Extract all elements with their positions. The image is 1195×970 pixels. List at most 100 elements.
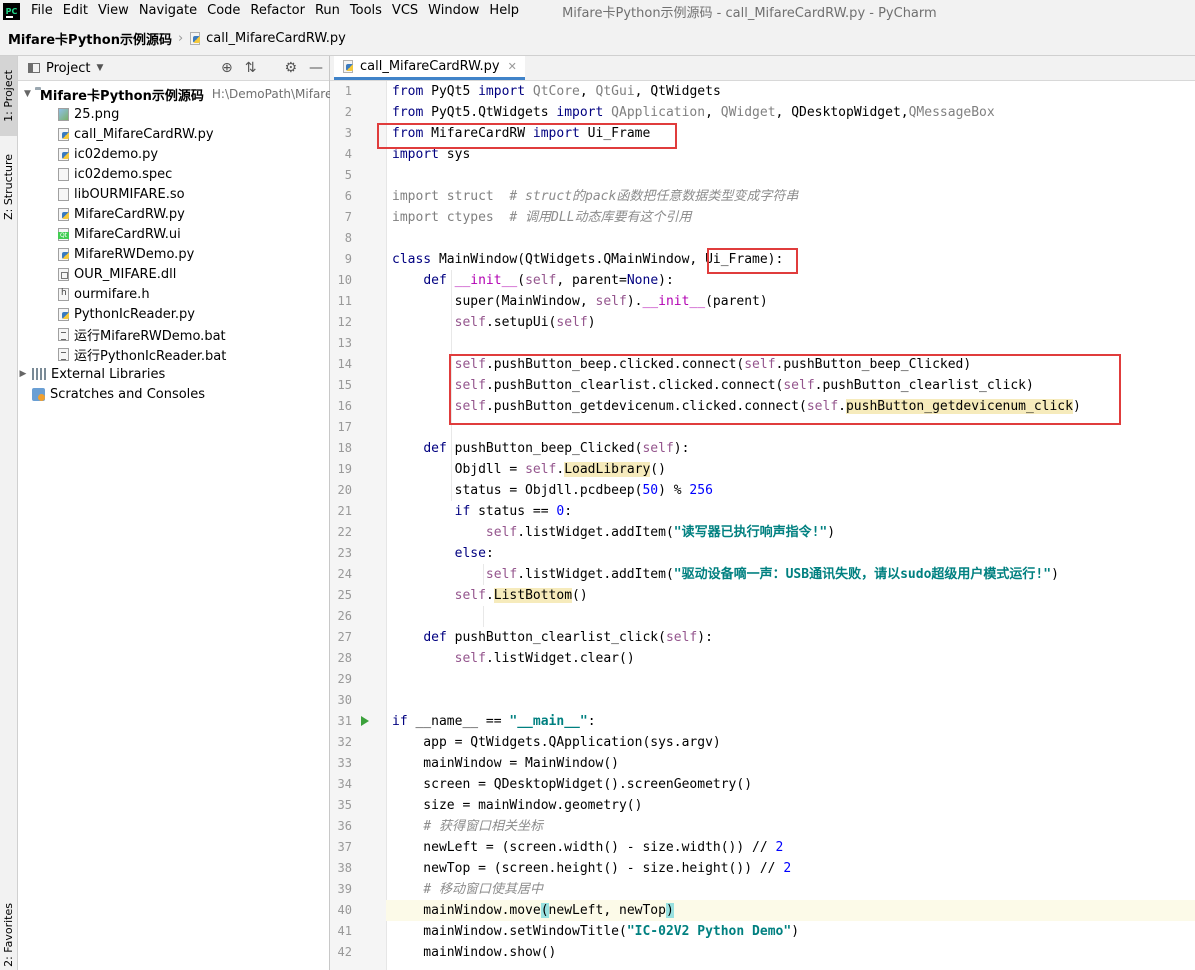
code-token: else — [454, 546, 486, 561]
code-line[interactable]: self.listWidget.clear() — [386, 648, 1195, 669]
tree-file-item[interactable]: libOURMIFARE.so — [18, 184, 329, 204]
code-line[interactable]: mainWindow = MainWindow() — [386, 753, 1195, 774]
code-line[interactable]: super(MainWindow, self).__init__(parent) — [386, 291, 1195, 312]
menu-tools[interactable]: Tools — [345, 0, 387, 22]
tree-file-item[interactable]: 25.png — [18, 104, 329, 124]
code-line[interactable] — [386, 606, 1195, 627]
tree-file-item[interactable]: MifareCardRW.ui — [18, 224, 329, 244]
tree-file-item[interactable]: 运行MifareRWDemo.bat — [18, 324, 329, 344]
menu-view[interactable]: View — [93, 0, 134, 22]
code-line[interactable]: import struct # struct的pack函数把任意数据类型变成字符… — [386, 186, 1195, 207]
code-line[interactable]: self.listWidget.addItem("读写器已执行响声指令!") — [386, 522, 1195, 543]
code-line[interactable] — [386, 669, 1195, 690]
code-line[interactable] — [386, 165, 1195, 186]
code-line[interactable]: def pushButton_beep_Clicked(self): — [386, 438, 1195, 459]
menu-navigate[interactable]: Navigate — [134, 0, 202, 22]
code-text: self.listWidget.clear() — [392, 648, 635, 669]
code-line[interactable]: def pushButton_clearlist_click(self): — [386, 627, 1195, 648]
tree-file-item[interactable]: MifareRWDemo.py — [18, 244, 329, 264]
code-line[interactable]: screen = QDesktopWidget().screenGeometry… — [386, 774, 1195, 795]
tree-file-item[interactable]: 运行PythonIcReader.bat — [18, 344, 329, 364]
tree-file-item[interactable]: PythonIcReader.py — [18, 304, 329, 324]
editor-tab[interactable]: call_MifareCardRW.py ✕ — [334, 56, 525, 80]
project-tool-tab-label: 1: Project — [2, 70, 15, 122]
code-token: class — [392, 252, 432, 267]
code-line[interactable]: status = Objdll.pcdbeep(50) % 256 — [386, 480, 1195, 501]
menu-edit[interactable]: Edit — [58, 0, 93, 22]
code-line[interactable]: mainWindow.move(newLeft, newTop) — [386, 900, 1195, 921]
gear-icon[interactable]: ⚙ — [284, 60, 297, 76]
code-line[interactable] — [386, 690, 1195, 711]
collapse-all-icon[interactable]: ⇅ — [245, 60, 257, 76]
locate-file-icon[interactable]: ⊕ — [221, 60, 233, 76]
code-text: mainWindow = MainWindow() — [392, 753, 619, 774]
tree-file-item[interactable]: ic02demo.py — [18, 144, 329, 164]
tree-external-libraries[interactable]: ▶ External Libraries — [18, 364, 329, 384]
menu-refactor[interactable]: Refactor — [245, 0, 310, 22]
code-line[interactable] — [386, 228, 1195, 249]
code-token: , QtWidgets — [634, 84, 721, 99]
code-line[interactable]: self.ListBottom() — [386, 585, 1195, 606]
tree-file-item[interactable]: ourmifare.h — [18, 284, 329, 304]
code-line[interactable]: # 移动窗口使其居中 — [386, 879, 1195, 900]
code-line[interactable]: app = QtWidgets.QApplication(sys.argv) — [386, 732, 1195, 753]
code-line[interactable]: from PyQt5 import QtCore, QtGui, QtWidge… — [386, 81, 1195, 102]
tree-file-item[interactable]: MifareCardRW.py — [18, 204, 329, 224]
favorites-tool-tab[interactable]: 2: Favorites — [0, 900, 17, 970]
code-line[interactable]: mainWindow.show() — [386, 942, 1195, 963]
project-panel: Project ▼ ⊕ ⇅ ⚙ — ▼ Mifare卡Python示例源码 H:… — [18, 56, 337, 970]
code-line[interactable] — [386, 333, 1195, 354]
code-area[interactable]: from PyQt5 import QtCore, QtGui, QtWidge… — [386, 81, 1195, 970]
code-token: super(MainWindow, — [392, 294, 596, 309]
code-token: def — [423, 630, 447, 645]
close-icon[interactable]: ✕ — [508, 60, 517, 73]
code-line[interactable]: from PyQt5.QtWidgets import QApplication… — [386, 102, 1195, 123]
structure-tool-tab-label: Z: Structure — [2, 154, 15, 220]
tree-file-item[interactable]: ic02demo.spec — [18, 164, 329, 184]
menu-window[interactable]: Window — [423, 0, 484, 22]
menu-code[interactable]: Code — [202, 0, 245, 22]
code-token: def — [423, 441, 447, 456]
code-line[interactable]: import ctypes # 调用DLL动态库要有这个引用 — [386, 207, 1195, 228]
code-text: size = mainWindow.geometry() — [392, 795, 642, 816]
menu-run[interactable]: Run — [310, 0, 345, 22]
code-line[interactable]: Objdll = self.LoadLibrary() — [386, 459, 1195, 480]
menu-file[interactable]: File — [26, 0, 58, 22]
code-line[interactable]: self.setupUi(self) — [386, 312, 1195, 333]
code-token: def — [423, 273, 447, 288]
tree-scratches[interactable]: Scratches and Consoles — [18, 384, 329, 404]
code-line[interactable]: else: — [386, 543, 1195, 564]
code-line[interactable]: if status == 0: — [386, 501, 1195, 522]
chevron-down-icon[interactable]: ▼ — [96, 63, 103, 73]
breadcrumb-file[interactable]: call_MifareCardRW.py — [206, 31, 346, 46]
code-line[interactable]: size = mainWindow.geometry() — [386, 795, 1195, 816]
structure-tool-tab[interactable]: Z: Structure — [0, 142, 17, 232]
menu-help[interactable]: Help — [484, 0, 524, 22]
code-line[interactable]: self.listWidget.addItem("驱动设备嘀一声：USB通讯失败… — [386, 564, 1195, 585]
code-line[interactable]: newTop = (screen.height() - size.height(… — [386, 858, 1195, 879]
menu-vcs[interactable]: VCS — [387, 0, 423, 22]
code-line[interactable]: if __name__ == "__main__": — [386, 711, 1195, 732]
code-token: , — [579, 84, 596, 99]
project-view-selector[interactable]: Project — [46, 61, 90, 76]
code-line[interactable]: mainWindow.setWindowTitle("IC-02V2 Pytho… — [386, 921, 1195, 942]
chevron-down-icon[interactable]: ▼ — [24, 89, 31, 99]
breadcrumb-project[interactable]: Mifare卡Python示例源码 — [8, 29, 172, 48]
hide-panel-icon[interactable]: — — [309, 60, 323, 76]
code-token: QtGui — [595, 84, 635, 99]
code-token: __init__ — [454, 273, 518, 288]
chevron-right-icon[interactable]: ▶ — [18, 369, 28, 379]
code-token: ) — [665, 903, 674, 918]
tree-file-item[interactable]: call_MifareCardRW.py — [18, 124, 329, 144]
dll-file-icon — [58, 267, 69, 281]
run-gutter-icon[interactable] — [361, 716, 369, 726]
tree-root-folder[interactable]: ▼ Mifare卡Python示例源码 H:\DemoPath\Mifare- — [18, 84, 337, 104]
code-line[interactable]: newLeft = (screen.width() - size.width()… — [386, 837, 1195, 858]
code-token: QApplication — [603, 105, 706, 120]
project-tool-tab[interactable]: 1: Project — [0, 56, 17, 136]
code-line[interactable]: # 获得窗口相关坐标 — [386, 816, 1195, 837]
tree-file-item[interactable]: OUR_MIFARE.dll — [18, 264, 329, 284]
